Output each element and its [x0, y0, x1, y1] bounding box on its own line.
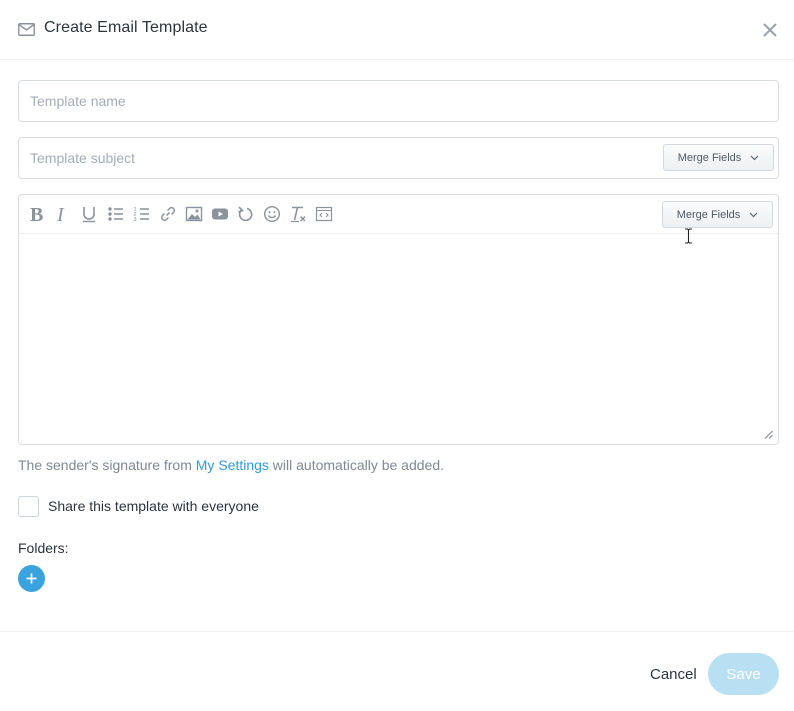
merge-fields-label: Merge Fields: [677, 151, 742, 164]
modal-header: Create Email Template: [0, 0, 794, 60]
svg-text:I: I: [56, 205, 65, 223]
modal-title: Create Email Template: [44, 19, 208, 36]
cancel-button[interactable]: Cancel: [650, 666, 697, 683]
video-icon[interactable]: [210, 204, 230, 224]
numbered-list-icon[interactable]: 123: [132, 204, 152, 224]
template-subject-input[interactable]: [30, 138, 650, 178]
signature-note: The sender's signature from My Settings …: [18, 457, 444, 473]
rich-text-editor: B I 123 Merge Fields: [18, 194, 779, 445]
share-label: Share this template with everyone: [48, 498, 259, 514]
share-checkbox[interactable]: [18, 495, 39, 517]
bold-icon[interactable]: B: [27, 204, 47, 224]
editor-merge-fields-button[interactable]: Merge Fields: [662, 201, 773, 228]
chevron-down-icon: [749, 212, 758, 217]
image-icon[interactable]: [184, 204, 204, 224]
signature-note-prefix: The sender's signature from: [18, 457, 196, 473]
editor-content-area[interactable]: [19, 235, 778, 444]
subject-merge-fields-button[interactable]: Merge Fields: [663, 144, 774, 171]
add-folder-button[interactable]: [18, 565, 45, 592]
chevron-down-icon: [750, 155, 759, 160]
folders-label: Folders:: [18, 540, 69, 556]
svg-text:3: 3: [134, 217, 137, 223]
close-icon[interactable]: [763, 23, 777, 37]
template-name-input[interactable]: [30, 81, 650, 121]
italic-icon[interactable]: I: [53, 204, 73, 224]
clear-formatting-icon[interactable]: [288, 204, 308, 224]
bulleted-list-icon[interactable]: [106, 204, 126, 224]
link-icon[interactable]: [158, 204, 178, 224]
editor-toolbar: B I 123 Merge Fields: [19, 195, 778, 234]
modal-footer: Cancel Save: [0, 631, 794, 711]
save-button[interactable]: Save: [708, 653, 779, 695]
signature-note-suffix: will automatically be added.: [268, 457, 445, 473]
template-subject-field: Merge Fields: [18, 137, 779, 179]
emoji-icon[interactable]: [262, 204, 282, 224]
underline-icon[interactable]: [79, 204, 99, 224]
undo-icon[interactable]: [235, 204, 255, 224]
merge-fields-label: Merge Fields: [676, 208, 741, 221]
svg-text:B: B: [30, 205, 43, 223]
my-settings-link[interactable]: My Settings: [196, 457, 269, 473]
source-code-icon[interactable]: [314, 204, 334, 224]
resize-handle-icon[interactable]: [764, 430, 773, 439]
mail-icon: [18, 23, 35, 36]
share-template-option[interactable]: Share this template with everyone: [18, 495, 259, 517]
template-name-field: [18, 80, 779, 122]
plus-icon: [26, 573, 37, 584]
